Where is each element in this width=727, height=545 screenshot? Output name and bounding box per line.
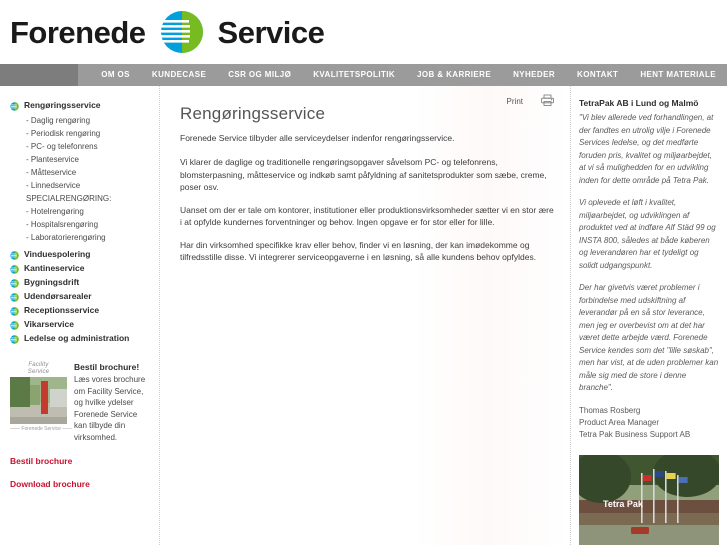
tetra-pak-building-photo: Tetra Pak [579,454,719,545]
print-bar: Print [507,94,554,109]
sidebar-group: Rengøringsservice - Daglig rengøring - Per… [10,100,159,249]
sidebar-subitem[interactable]: - Periodisk rengøring [10,127,159,140]
testimonial-paragraph: Der har givetvis været problemer i forbi… [579,283,719,392]
content-paragraph: Uanset om der er tale om kontorer, insti… [180,204,554,228]
sidebar-item-label: Receptionsservice [24,305,100,315]
sidebar-menu: Rengøringsservice - Daglig rengøring - Per… [10,100,159,344]
testimonial-paragraph: "Vi blev allerede ved forhandlingen, at … [579,113,714,185]
logo-text-forenede: Forenede [10,14,146,50]
svg-text:Tetra Pak: Tetra Pak [603,499,644,509]
sidebar-item-ledelse-og-administration[interactable]: Ledelse og administration [10,333,159,344]
nav-item-kontakt[interactable]: KONTAKT [566,64,629,86]
sidebar-item-label: Vinduespolering [24,249,91,259]
forenede-bullet-icon [10,102,19,111]
order-brochure-link[interactable]: Bestil brochure [10,456,151,466]
signature-line: Tetra Pak Business Support AB [579,429,691,439]
sidebar-group: Kantineservice [10,263,159,274]
nav-item-kundecase[interactable]: KUNDECASE [141,64,217,86]
left-sidebar: Rengøringsservice - Daglig rengøring - Per… [0,86,160,545]
print-label[interactable]: Print [507,97,523,106]
brochure-promo: Facility Service —— Forenede Service —— … [10,362,159,489]
nav-item-hent-materiale[interactable]: HENT MATERIALE [629,64,727,86]
sidebar-subitem[interactable]: - Daglig rengøring [10,114,159,127]
brochure-thumb-caption-2: Service [27,369,50,375]
testimonial-body: "Vi blev allerede ved forhandlingen, at … [579,112,719,395]
sidebar-subitem[interactable]: - Planteservice [10,153,159,166]
forenede-bullet-icon [10,307,19,316]
logo-text-service: Service [217,14,325,50]
download-brochure-link[interactable]: Download brochure [10,479,151,489]
testimonial-paragraph: Vi oplevede et løft i kvalitet, miljøarb… [579,198,716,270]
forenede-bullet-icon [10,321,19,330]
site-logo[interactable]: Forenede Service [10,10,325,54]
testimonial-signature: Thomas Rosberg Product Area Manager Tetra … [579,405,719,441]
nav-item-nyheder[interactable]: NYHEDER [502,64,566,86]
testimonial-title: TetraPak AB i Lund og Malmö [579,98,699,108]
sidebar-subitem[interactable]: - Hospitalsrengøring [10,218,159,231]
forenede-bullet-icon [10,279,19,288]
sidebar-group: Udendørsarealer [10,291,159,302]
brochure-cover-image [10,377,67,424]
sidebar-subitem[interactable]: - Laboratorierengøring [10,231,159,244]
sidebar-item-kantineservice[interactable]: Kantineservice [10,263,159,274]
sidebar-item-vikarservice[interactable]: Vikarservice [10,319,159,330]
nav-item-kvalitetspolitik[interactable]: KVALITETSPOLITIK [302,64,406,86]
right-sidebar: TetraPak AB i Lund og Malmö "Vi blev all… [570,86,727,545]
sidebar-group: Bygningsdrift [10,277,159,288]
page-lede: Forenede Service tilbyder alle serviceyd… [180,133,455,143]
sidebar-group: Receptionsservice [10,305,159,316]
page-body: Rengøringsservice - Daglig rengøring - Per… [0,86,727,545]
brochure-thumb-caption-1: Facility [28,362,49,368]
sidebar-item-udendørsarealer[interactable]: Udendørsarealer [10,291,159,302]
nav-item-om-os[interactable]: OM OS [90,64,141,86]
sidebar-subitem[interactable]: - Linnedservice [10,179,159,192]
brochure-description: Læs vores brochure om Facility Service, … [74,375,146,442]
main-content: Print Rengøringsservice Forenede Service… [160,86,570,545]
sidebar-item-rengøringsservice[interactable]: Rengøringsservice [10,100,159,111]
content-paragraph: Har din virksomhed specifikke krav eller… [180,239,537,263]
printer-icon[interactable] [541,94,554,109]
site-header: Forenede Service [0,0,727,64]
signature-line: Thomas Rosberg [579,405,641,415]
sidebar-subitem[interactable]: SPECIALRENGØRING: [10,192,159,205]
page-title: Rengøringsservice [180,104,326,123]
sidebar-group: Vinduespolering [10,249,159,260]
forenede-bullet-icon [10,265,19,274]
forenede-bullet-icon [10,251,19,260]
forenede-service-logo-mark-icon [156,10,208,54]
sidebar-item-bygningsdrift[interactable]: Bygningsdrift [10,277,159,288]
sidebar-subitem[interactable]: - Måtteservice [10,166,159,179]
forenede-bullet-icon [10,293,19,302]
nav-item-job-karriere[interactable]: JOB & KARRIERE [406,64,502,86]
brochure-thumbnail[interactable]: Facility Service —— Forenede Service —— [10,362,73,443]
forenede-bullet-icon [10,335,19,344]
main-navigation: OM OS KUNDECASE CSR OG MILJØ KVALITETSPOLIT… [0,64,727,86]
sidebar-item-label: Udendørsarealer [24,291,92,301]
sidebar-group: Vikarservice [10,319,159,330]
sidebar-subitem[interactable]: - PC- og telefonrens [10,140,159,153]
page-paragraphs: Vi klarer de daglige og traditionelle re… [180,156,554,264]
sidebar-item-label: Rengøringsservice [24,100,101,110]
nav-item-list: OM OS KUNDECASE CSR OG MILJØ KVALITETSPOLIT… [78,64,727,86]
brochure-thumb-footer: —— Forenede Service —— [10,426,73,432]
sidebar-item-label: Ledelse og administration [24,333,130,343]
sidebar-subitem[interactable]: - Hotelrengøring [10,205,159,218]
sidebar-item-vinduespolering[interactable]: Vinduespolering [10,249,159,260]
nav-left-block [0,64,79,86]
sidebar-item-label: Kantineservice [24,263,85,273]
brochure-title: Bestil brochure! [74,362,140,372]
content-paragraph: Vi klarer de daglige og traditionelle re… [180,157,547,192]
sidebar-item-receptionsservice[interactable]: Receptionsservice [10,305,159,316]
signature-line: Product Area Manager [579,417,660,427]
sidebar-item-label: Bygningsdrift [24,277,80,287]
sidebar-item-label: Vikarservice [24,319,74,329]
sidebar-group: Ledelse og administration [10,333,159,344]
nav-item-csr-og-miljø[interactable]: CSR OG MILJØ [217,64,302,86]
